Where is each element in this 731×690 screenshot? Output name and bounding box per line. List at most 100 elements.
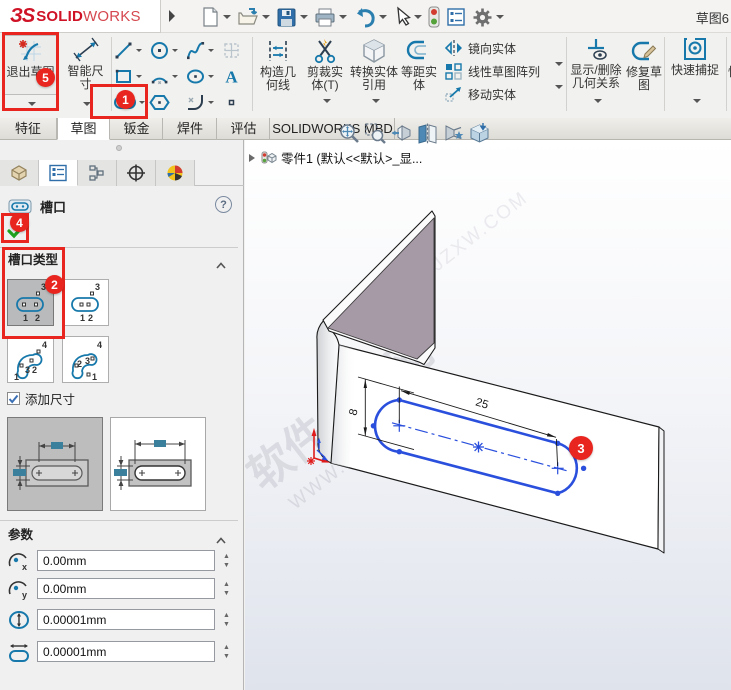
part-icon (261, 150, 277, 165)
print-button[interactable] (314, 7, 347, 28)
select-button[interactable] (393, 6, 422, 28)
undo-icon (357, 7, 375, 27)
slot-length-icon (9, 644, 29, 662)
tab-dimxpert-manager[interactable] (117, 160, 156, 186)
line-tool-button[interactable] (113, 38, 145, 62)
workspace: 槽口 ? 槽口类型 1 2 3 1 2 3 1 2 3 4 2 3 1 4 添加… (0, 123, 731, 690)
text-tool-button[interactable]: A (221, 64, 253, 88)
polygon-tool-button[interactable] (149, 90, 181, 114)
print-icon (315, 8, 335, 26)
param-center-x-row: x ▲▼ (0, 550, 238, 572)
svg-text:1: 1 (92, 372, 97, 382)
convert-entities-button[interactable]: 转换实体引用 (350, 35, 398, 97)
zoom-to-fit-button[interactable] (338, 122, 361, 145)
previous-view-icon (391, 125, 411, 141)
tab-features[interactable]: 特征 (0, 118, 57, 140)
help-button[interactable]: ? (215, 196, 232, 213)
spline-tool-button[interactable] (185, 38, 217, 62)
spline-tool-icon (187, 41, 205, 59)
graphics-area[interactable]: 软件自学网 WWW.RJZXW.COM WWW.RJZXW.COM (245, 140, 731, 690)
tab-display-manager[interactable] (156, 160, 195, 186)
trim-entities-button[interactable]: 剪裁实体(T) (302, 35, 348, 97)
rebuild-traffic-light-button[interactable] (428, 6, 440, 28)
slot-width-spinner[interactable]: ▲ ▼ (219, 609, 234, 630)
svg-text:A: A (225, 67, 238, 86)
dim-scheme-overall-button[interactable] (110, 417, 206, 511)
feature-tree-item[interactable]: 零件1 (默认<<默认>_显... (249, 148, 422, 167)
open-button[interactable] (237, 6, 270, 28)
linear-pattern-button[interactable]: 线性草图阵列 (444, 60, 540, 82)
tab-property-manager[interactable] (39, 160, 78, 186)
slot-width-input[interactable] (37, 609, 215, 630)
tree-expand-arrow[interactable] (249, 153, 255, 162)
panel-splitter-handle[interactable] (116, 145, 122, 151)
repair-sketch-button[interactable]: 修复草图 (624, 35, 664, 111)
title-bar: ЗS SOLID WORKS 草图6 (0, 0, 731, 33)
offset-entities-label: 等距实体 (400, 65, 437, 92)
new-document-button[interactable] (200, 6, 231, 28)
fillet-tool-icon (188, 94, 203, 110)
view-settings-button[interactable] (442, 122, 465, 145)
tab-configuration-manager[interactable] (78, 160, 117, 186)
options-list-icon (447, 8, 465, 26)
slot-type-straight-overall-button[interactable]: 1 2 3 (62, 279, 109, 326)
move-entities-dropdown[interactable] (552, 85, 563, 107)
tab-sketch[interactable]: 草图 (57, 118, 110, 140)
menu-expand-icon[interactable] (167, 8, 177, 29)
display-delete-relations-button[interactable]: 显示/删除几何关系 (570, 35, 622, 97)
quick-snaps-button[interactable]: 快速捕捉 (668, 35, 722, 97)
arc-tool-button[interactable] (149, 64, 181, 88)
center-x-icon: x (8, 553, 27, 572)
construction-geometry-button[interactable]: 构造几何线 (256, 35, 300, 111)
open-dropdown-arrow (262, 15, 270, 19)
logo-text-light: WORKS (83, 7, 141, 25)
center-y-spinner[interactable]: ▲ ▼ (219, 578, 234, 599)
ellipse-tool-button[interactable] (185, 64, 217, 88)
arc-dropdown-arrow (172, 74, 178, 78)
slot-length-input[interactable] (37, 641, 215, 662)
save-button[interactable] (276, 7, 308, 28)
slot-length-spinner[interactable]: ▲ ▼ (219, 641, 234, 662)
flange-face-selected (327, 217, 435, 360)
dim-scheme-center-button[interactable] (7, 417, 103, 511)
view-orientation-button[interactable] (468, 122, 491, 145)
collapse-chevron-parameters[interactable] (216, 531, 226, 549)
tab-sheet-metal[interactable]: 钣金 (111, 118, 163, 140)
linear-pattern-dropdown[interactable] (552, 62, 563, 84)
fillet-tool-button[interactable] (185, 90, 217, 114)
center-x-spinner[interactable]: ▲ ▼ (219, 550, 234, 571)
point-tool-button[interactable] (221, 90, 253, 114)
display-relations-dropdown[interactable] (570, 99, 622, 111)
tab-weldments[interactable]: 焊件 (164, 118, 217, 140)
svg-text:1: 1 (14, 372, 19, 382)
tab-feature-manager[interactable] (0, 160, 39, 186)
settings-button[interactable] (472, 7, 504, 28)
point-tool-icon (228, 99, 235, 105)
save-dropdown-arrow (300, 15, 308, 19)
move-entities-button[interactable]: 移动实体 (444, 83, 516, 105)
undo-button[interactable] (353, 7, 387, 28)
center-x-input[interactable] (37, 550, 215, 571)
zoom-to-area-button[interactable] (364, 122, 387, 145)
add-dimensions-checkbox[interactable] (7, 392, 20, 405)
parameters-label: 参数 (8, 528, 34, 542)
options-list-button[interactable] (446, 7, 466, 27)
param-slot-width-row: ▲▼ (0, 609, 238, 631)
section-view-button[interactable] (416, 122, 439, 145)
quick-snaps-dropdown[interactable] (668, 99, 722, 111)
previous-view-button[interactable] (390, 122, 413, 145)
circle-tool-button[interactable] (149, 38, 181, 62)
slot-type-centerpoint-arc-button[interactable]: 2 3 1 4 (62, 336, 109, 383)
slot-type-three-point-arc-button[interactable]: 1 2 3 4 (7, 336, 54, 383)
offset-entities-button[interactable]: 等距实体 (398, 35, 440, 111)
center-y-input[interactable] (37, 578, 215, 599)
document-title: 草图6 (695, 11, 729, 26)
collapse-chevron-slot-type[interactable] (216, 256, 226, 274)
convert-dropdown[interactable] (350, 99, 398, 111)
mirror-entities-button[interactable]: 镜向实体 (444, 37, 516, 59)
tab-evaluate[interactable]: 评估 (218, 118, 270, 140)
new-dropdown-arrow (223, 15, 231, 19)
trim-dropdown[interactable] (302, 99, 348, 111)
parameters-section-header[interactable]: 参数 (0, 525, 238, 545)
svg-text:4: 4 (97, 340, 102, 350)
